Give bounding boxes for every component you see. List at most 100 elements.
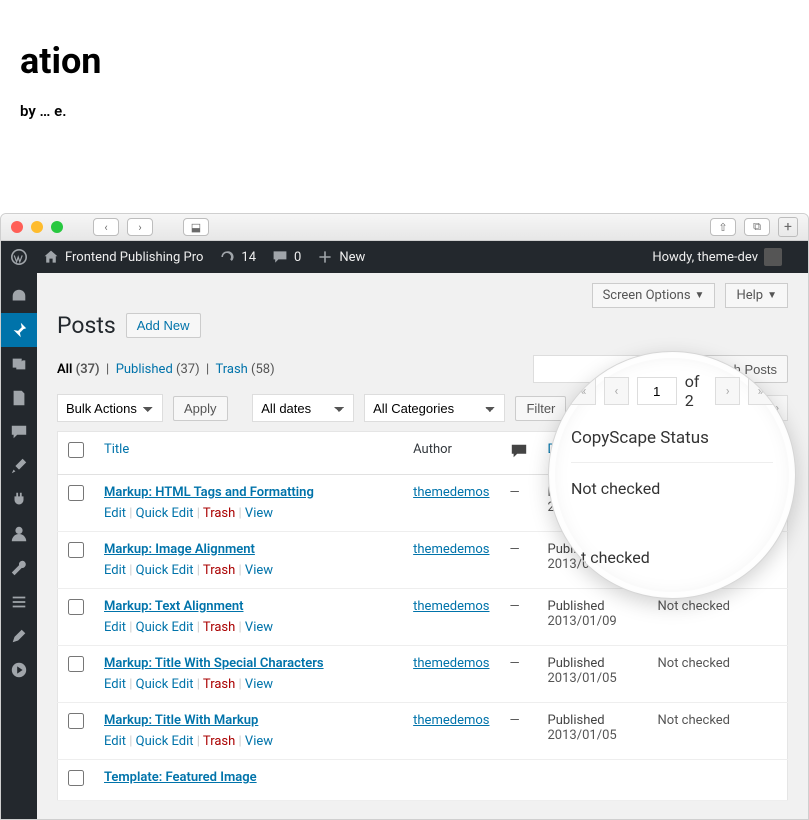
brush-icon (10, 457, 28, 475)
menu-settings[interactable] (1, 585, 37, 619)
menu-custom-1[interactable] (1, 619, 37, 653)
menu-custom-2[interactable] (1, 653, 37, 687)
author-link[interactable]: themedemos (413, 713, 489, 728)
menu-comments[interactable] (1, 415, 37, 449)
new-content-link[interactable]: New (317, 249, 365, 265)
edit-link[interactable]: Edit (104, 563, 126, 578)
browser-sidebar-button[interactable]: ⬓ (183, 218, 209, 236)
comments-count: — (500, 646, 538, 703)
pages-icon (10, 389, 28, 407)
screen-options-button[interactable]: Screen Options▼ (592, 283, 716, 308)
window-zoom-icon[interactable] (51, 221, 63, 233)
row-actions: Edit | Quick Edit | Trash | View (104, 734, 393, 749)
category-filter-select[interactable]: All Categories (364, 394, 505, 422)
view-link[interactable]: View (245, 620, 273, 635)
table-row: Template: Featured Image (58, 760, 788, 801)
site-link[interactable]: Frontend Publishing Pro (43, 249, 203, 265)
copyscape-cell: Not checked (648, 703, 788, 760)
post-title-link[interactable]: Markup: Title With Special Characters (104, 656, 324, 671)
wp-logo-icon[interactable] (11, 249, 27, 265)
row-checkbox[interactable] (68, 542, 84, 558)
date-cell: Published2013/01/05 (538, 703, 648, 760)
menu-posts[interactable] (1, 313, 37, 347)
add-new-button[interactable]: Add New (126, 313, 201, 338)
edit-link[interactable]: Edit (104, 734, 126, 749)
row-checkbox[interactable] (68, 713, 84, 729)
mag-page-next[interactable]: › (715, 377, 740, 405)
browser-back-button[interactable]: ‹ (93, 218, 119, 236)
quick-edit-link[interactable]: Quick Edit (136, 734, 194, 749)
row-checkbox[interactable] (68, 485, 84, 501)
filter-button[interactable]: Filter (515, 396, 566, 421)
col-comments[interactable] (500, 432, 538, 475)
menu-pages[interactable] (1, 381, 37, 415)
post-title-link[interactable]: Markup: Image Alignment (104, 542, 255, 557)
edit-link[interactable]: Edit (104, 620, 126, 635)
quick-edit-link[interactable]: Quick Edit (136, 677, 194, 692)
apply-button[interactable]: Apply (173, 396, 228, 421)
mag-page-prev[interactable]: ‹ (604, 377, 629, 405)
comment-icon (510, 442, 528, 460)
select-all-checkbox[interactable] (68, 442, 84, 458)
filter-published[interactable]: Published (37) (116, 362, 200, 377)
post-title-link[interactable]: Template: Featured Image (104, 770, 257, 785)
row-checkbox[interactable] (68, 599, 84, 615)
col-author[interactable]: Author (403, 432, 499, 475)
row-checkbox[interactable] (68, 656, 84, 672)
col-title[interactable]: Title (94, 432, 403, 475)
date-cell: Published2013/01/05 (538, 646, 648, 703)
view-link[interactable]: View (245, 563, 273, 578)
browser-share-button[interactable]: ⇧ (710, 218, 736, 236)
filter-all[interactable]: All (37) (57, 362, 100, 377)
updates-link[interactable]: 14 (219, 249, 256, 265)
mag-value-1: Not checked (571, 479, 773, 498)
comments-count: — (500, 475, 538, 532)
trash-link[interactable]: Trash (203, 506, 235, 521)
trash-link[interactable]: Trash (203, 563, 235, 578)
row-actions: Edit | Quick Edit | Trash | View (104, 506, 393, 521)
filter-trash[interactable]: Trash (58) (215, 362, 274, 377)
browser-new-tab-button[interactable]: + (778, 217, 798, 237)
date-filter-select[interactable]: All dates (252, 394, 354, 422)
author-link[interactable]: themedemos (413, 485, 489, 500)
quick-edit-link[interactable]: Quick Edit (136, 620, 194, 635)
trash-link[interactable]: Trash (203, 677, 235, 692)
window-close-icon[interactable] (11, 221, 23, 233)
howdy-account[interactable]: Howdy, theme-dev (652, 248, 782, 266)
view-link[interactable]: View (245, 506, 273, 521)
quick-edit-link[interactable]: Quick Edit (136, 506, 194, 521)
row-actions: Edit | Quick Edit | Trash | View (104, 677, 393, 692)
quick-edit-link[interactable]: Quick Edit (136, 563, 194, 578)
mag-page-of: of 2 (685, 372, 708, 410)
author-link[interactable]: themedemos (413, 656, 489, 671)
post-title-link[interactable]: Markup: Title With Markup (104, 713, 258, 728)
menu-dashboard[interactable] (1, 279, 37, 313)
menu-media[interactable] (1, 347, 37, 381)
menu-tools[interactable] (1, 551, 37, 585)
row-checkbox[interactable] (68, 770, 84, 786)
post-title-link[interactable]: Markup: HTML Tags and Formatting (104, 485, 314, 500)
comments-count (500, 760, 538, 801)
user-icon (10, 525, 28, 543)
window-minimize-icon[interactable] (31, 221, 43, 233)
browser-forward-button[interactable]: › (127, 218, 153, 236)
menu-users[interactable] (1, 517, 37, 551)
bulk-actions-select[interactable]: Bulk Actions (57, 394, 163, 422)
view-link[interactable]: View (245, 734, 273, 749)
comments-count: — (500, 589, 538, 646)
view-link[interactable]: View (245, 677, 273, 692)
menu-plugins[interactable] (1, 483, 37, 517)
edit-link[interactable]: Edit (104, 506, 126, 521)
author-link[interactable]: themedemos (413, 599, 489, 614)
mag-page-input[interactable] (637, 377, 677, 405)
trash-link[interactable]: Trash (203, 734, 235, 749)
comments-link[interactable]: 0 (272, 249, 301, 265)
edit-link[interactable]: Edit (104, 677, 126, 692)
wrench-icon (10, 559, 28, 577)
menu-appearance[interactable] (1, 449, 37, 483)
browser-tabs-button[interactable]: ⧉ (744, 218, 770, 236)
author-link[interactable]: themedemos (413, 542, 489, 557)
post-title-link[interactable]: Markup: Text Alignment (104, 599, 244, 614)
trash-link[interactable]: Trash (203, 620, 235, 635)
help-button[interactable]: Help▼ (725, 283, 788, 308)
